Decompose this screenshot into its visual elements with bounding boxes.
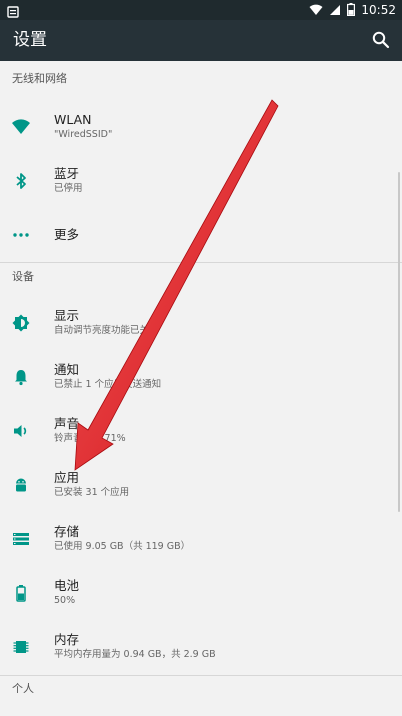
settings-item-summary: 平均内存用量为 0.94 GB，共 2.9 GB xyxy=(54,649,216,660)
settings-item-wlan[interactable]: WLAN "WiredSSID" xyxy=(0,101,402,153)
section-divider xyxy=(0,675,402,676)
settings-list[interactable]: 无线和网络 WLAN "WiredSSID" 蓝牙 已停用 更多 设备 显示 自… xyxy=(0,61,402,716)
settings-item-apps[interactable]: 应用 已安装 31 个应用 xyxy=(0,459,402,511)
signal-icon xyxy=(329,1,341,20)
wifi-icon xyxy=(11,117,31,137)
settings-item-summary: "WiredSSID" xyxy=(54,129,113,140)
settings-item-title: 存储 xyxy=(54,524,80,539)
status-bar: 10:52 xyxy=(0,0,402,20)
settings-item-title: 声音 xyxy=(54,416,80,431)
settings-item-more[interactable]: 更多 xyxy=(0,209,402,261)
settings-item-display[interactable]: 显示 自动调节亮度功能已关闭 xyxy=(0,297,402,349)
settings-item-summary: 自动调节亮度功能已关闭 xyxy=(54,325,159,336)
settings-item-summary: 已安装 31 个应用 xyxy=(54,487,130,498)
section-header-wireless: 无线和网络 xyxy=(12,72,67,85)
settings-item-battery[interactable]: 电池 50% xyxy=(0,567,402,619)
settings-item-summary: 铃声音量为 71% xyxy=(54,433,126,444)
brightness-icon xyxy=(11,313,31,333)
settings-item-title: WLAN xyxy=(54,112,92,127)
settings-item-title: 电池 xyxy=(54,578,80,593)
settings-item-summary: 已禁止 1 个应用发送通知 xyxy=(54,379,162,390)
storage-icon xyxy=(11,529,31,549)
app-bar: 设置 xyxy=(0,20,402,61)
section-divider xyxy=(0,262,402,263)
section-header-device: 设备 xyxy=(12,270,34,283)
settings-item-summary: 50% xyxy=(54,595,76,606)
settings-item-title: 通知 xyxy=(54,362,80,377)
battery-icon xyxy=(11,583,31,603)
search-icon xyxy=(372,31,390,49)
settings-item-summary: 已使用 9.05 GB（共 119 GB） xyxy=(54,541,191,552)
memory-icon xyxy=(11,637,31,657)
settings-item-notifications[interactable]: 通知 已禁止 1 个应用发送通知 xyxy=(0,351,402,403)
battery-status-icon xyxy=(347,1,356,20)
status-time: 10:52 xyxy=(361,3,396,17)
settings-item-storage[interactable]: 存储 已使用 9.05 GB（共 119 GB） xyxy=(0,513,402,565)
scrollbar[interactable] xyxy=(398,172,400,512)
wifi-status-icon xyxy=(309,1,323,20)
settings-item-summary: 已停用 xyxy=(54,183,83,194)
section-header-personal: 个人 xyxy=(12,682,34,695)
settings-item-title: 更多 xyxy=(54,227,80,242)
settings-item-sound[interactable]: 声音 铃声音量为 71% xyxy=(0,405,402,457)
android-icon xyxy=(11,475,31,495)
settings-item-title: 应用 xyxy=(54,470,80,485)
page-title: 设置 xyxy=(13,30,47,50)
bell-icon xyxy=(11,367,31,387)
bluetooth-icon xyxy=(11,171,31,191)
settings-item-title: 内存 xyxy=(54,632,80,647)
volume-icon xyxy=(11,421,31,441)
settings-item-memory[interactable]: 内存 平均内存用量为 0.94 GB，共 2.9 GB xyxy=(0,621,402,673)
settings-item-title: 蓝牙 xyxy=(54,166,80,181)
more-dots-icon xyxy=(11,225,31,245)
settings-item-bluetooth[interactable]: 蓝牙 已停用 xyxy=(0,155,402,207)
settings-item-title: 显示 xyxy=(54,308,80,323)
search-button[interactable] xyxy=(370,29,392,51)
